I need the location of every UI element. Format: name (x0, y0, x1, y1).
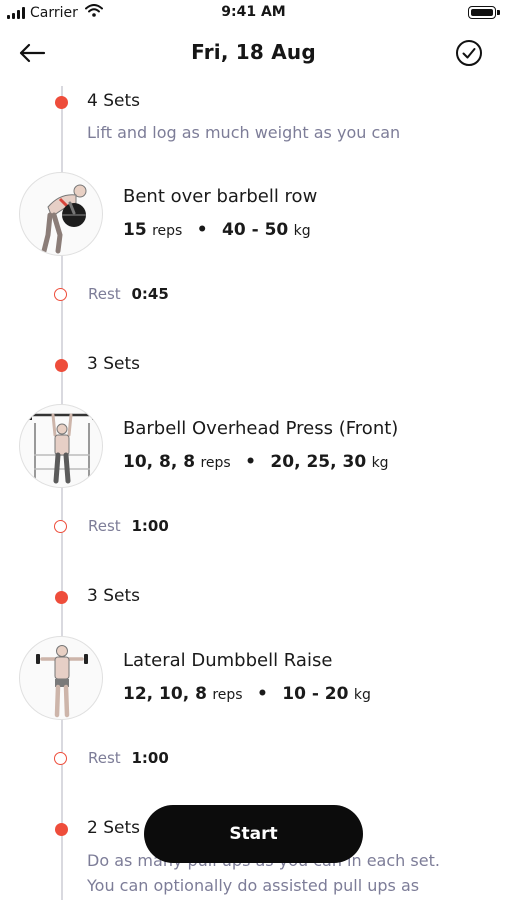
reps-value: 10, 8, 8 (123, 452, 196, 472)
rest-duration: 1:00 (131, 749, 169, 767)
sets-count: 2 Sets (87, 818, 140, 838)
exercise-name[interactable]: Barbell Overhead Press (Front) (123, 418, 398, 439)
sets-count: 3 Sets (87, 354, 140, 374)
rest-dot (54, 520, 67, 533)
exercise-name[interactable]: Lateral Dumbbell Raise (123, 650, 332, 671)
reps-unit: reps (152, 223, 183, 239)
separator-dot: • (245, 452, 257, 472)
nav-header: Fri, 18 Aug (0, 32, 507, 74)
weight-unit: kg (353, 687, 371, 703)
overhead-press-figure[interactable] (19, 404, 103, 488)
sets-count: 3 Sets (87, 586, 140, 606)
bent-over-row-figure[interactable] (19, 172, 103, 256)
status-time: 9:41 AM (221, 4, 286, 20)
status-bar: Carrier 9:41 AM (0, 0, 507, 28)
weight-value: 40 - 50 (222, 220, 289, 240)
timeline-dot (55, 96, 68, 109)
rest-dot (54, 288, 67, 301)
rest-label: Rest (88, 749, 121, 767)
timeline-dot (55, 591, 68, 604)
reps-unit: reps (212, 687, 243, 703)
exercise-meta: 12, 10, 8 reps • 10 - 20 kg (123, 684, 371, 704)
start-button[interactable]: Start (144, 805, 363, 863)
weight-value: 20, 25, 30 (270, 452, 367, 472)
rest-duration: 0:45 (131, 285, 169, 303)
battery-icon (468, 6, 500, 19)
reps-value: 15 (123, 220, 147, 240)
check-circle-icon (456, 40, 482, 66)
reps-unit: reps (200, 455, 231, 471)
rest-label: Rest (88, 285, 121, 303)
timeline-dot (55, 359, 68, 372)
rest-label: Rest (88, 517, 121, 535)
page-title: Fri, 18 Aug (191, 40, 316, 64)
weight-value: 10 - 20 (282, 684, 349, 704)
timeline-dot (55, 823, 68, 836)
separator-dot: • (196, 220, 208, 240)
complete-button[interactable] (453, 37, 485, 69)
exercise-meta: 10, 8, 8 reps • 20, 25, 30 kg (123, 452, 389, 472)
weight-unit: kg (293, 223, 311, 239)
exercise-meta: 15 reps • 40 - 50 kg (123, 220, 311, 240)
lateral-raise-figure[interactable] (19, 636, 103, 720)
reps-value: 12, 10, 8 (123, 684, 207, 704)
rest-row: Rest 1:00 (88, 517, 169, 535)
sets-count: 4 Sets (87, 91, 140, 111)
rest-row: Rest 1:00 (88, 749, 169, 767)
block-description: Lift and log as much weight as you can (87, 123, 401, 142)
rest-duration: 1:00 (131, 517, 169, 535)
weight-unit: kg (371, 455, 389, 471)
exercise-name[interactable]: Bent over barbell row (123, 186, 317, 207)
block-description-line: You can optionally do assisted pull ups … (87, 876, 420, 895)
separator-dot: • (256, 684, 268, 704)
rest-dot (54, 752, 67, 765)
rest-row: Rest 0:45 (88, 285, 169, 303)
